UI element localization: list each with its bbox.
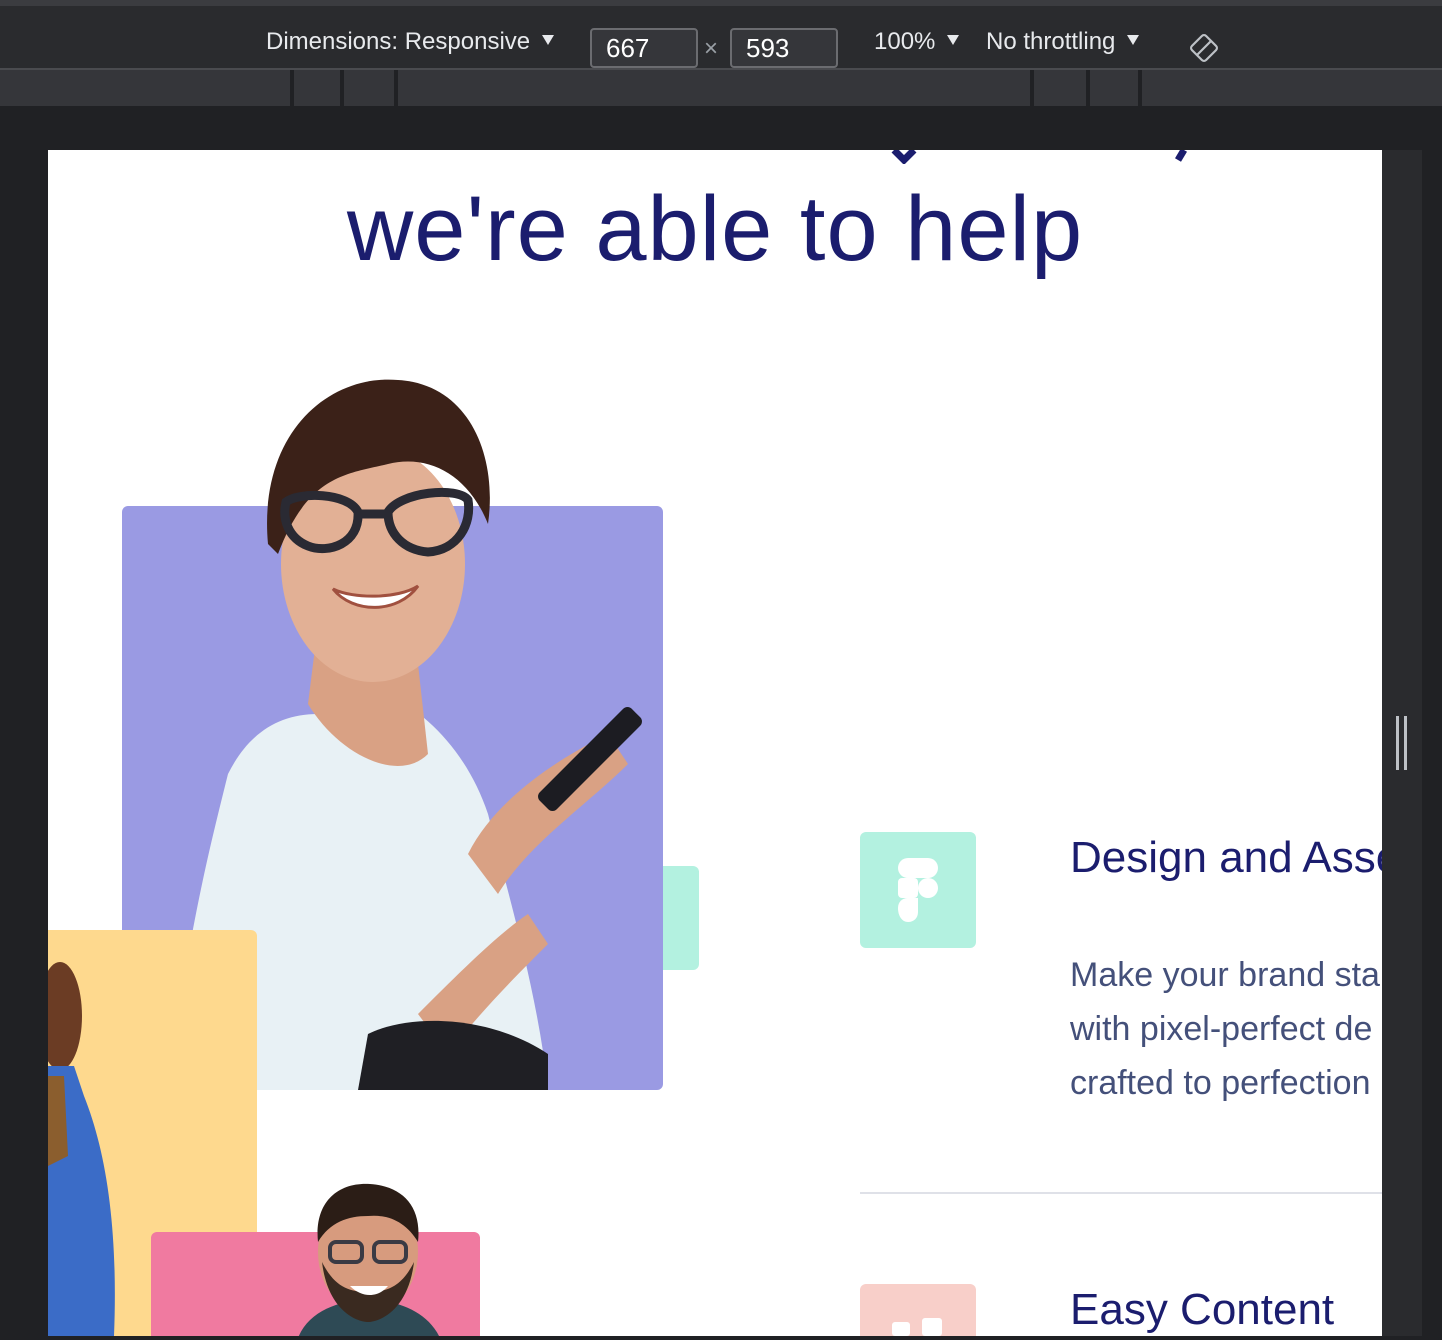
- media-query-segment[interactable]: [290, 70, 342, 106]
- zoom-dropdown[interactable]: 100%: [874, 24, 960, 60]
- feature-title: Design and Asse: [1070, 833, 1382, 882]
- media-query-bar[interactable]: [0, 70, 1442, 106]
- device-toolbar: Dimensions: Responsive 667 × 593 100% No…: [0, 0, 1442, 70]
- feature-description-line: with pixel-perfect de: [1070, 1010, 1373, 1048]
- headline-previous-line-fragment: [891, 150, 1188, 164]
- zoom-label: 100%: [874, 28, 936, 55]
- man-in-suit-photo: [48, 962, 115, 1336]
- figma-icon: [898, 858, 938, 922]
- media-query-segment[interactable]: [1086, 70, 1140, 106]
- media-query-segment[interactable]: [340, 70, 396, 106]
- section-headline: we're able to help: [346, 178, 1084, 280]
- feature-description-line: crafted to perfection: [1070, 1064, 1371, 1102]
- feature-icon-box: [860, 1284, 976, 1336]
- dimensions-label: Dimensions: Responsive: [266, 28, 531, 55]
- dimensions-caret-icon: [542, 35, 555, 45]
- media-query-segment[interactable]: [1138, 70, 1442, 106]
- throttling-caret-icon: [1127, 35, 1140, 45]
- throttling-label: No throttling: [986, 28, 1116, 55]
- content-icon: [892, 1318, 942, 1336]
- width-input[interactable]: 667: [590, 28, 698, 68]
- feature-icon-box: [860, 832, 976, 948]
- height-input[interactable]: 593: [730, 28, 838, 68]
- feature-description-line: Make your brand sta: [1070, 956, 1380, 994]
- zoom-caret-icon: [947, 35, 960, 45]
- feature-title: Easy Content: [1070, 1285, 1335, 1334]
- throttling-dropdown[interactable]: No throttling: [986, 24, 1140, 60]
- media-query-segment[interactable]: [394, 70, 1032, 106]
- resize-handle[interactable]: [1396, 716, 1408, 770]
- feature-divider: [860, 1192, 1382, 1194]
- rotate-icon[interactable]: [1188, 32, 1220, 64]
- times-separator: ×: [704, 35, 719, 62]
- dimensions-dropdown[interactable]: Dimensions: Responsive: [266, 24, 555, 60]
- media-query-segment[interactable]: [1030, 70, 1088, 106]
- bearded-man-photo: [298, 1183, 439, 1336]
- emulated-viewport: we're able to help Design and Asse Make …: [48, 150, 1382, 1336]
